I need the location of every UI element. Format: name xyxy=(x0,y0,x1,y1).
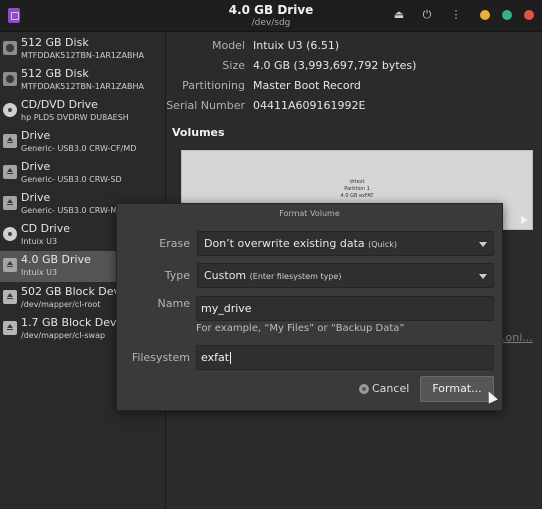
name-input[interactable]: my_drive xyxy=(196,296,494,321)
header-bar: 4.0 GB Drive /dev/sdg ⏏ ⏻ ⋮ xyxy=(0,0,542,32)
cancel-label: Cancel xyxy=(372,382,410,395)
device-name: Drive xyxy=(21,129,51,142)
device-name: 4.0 GB Drive xyxy=(21,253,91,266)
block-device-icon xyxy=(3,290,17,304)
optical-drive-icon xyxy=(3,103,17,117)
erase-label: Erase xyxy=(159,237,190,250)
erase-dropdown[interactable]: Don’t overwrite existing data (Quick) xyxy=(197,231,494,256)
disk-icon xyxy=(3,72,17,86)
erase-selected: Don’t overwrite existing data (Quick) xyxy=(204,237,398,250)
removable-drive-icon xyxy=(3,196,17,210)
model-label: Model xyxy=(211,39,245,52)
device-name: Drive xyxy=(21,160,51,173)
filesystem-input-value: exfat xyxy=(201,351,232,364)
power-icon[interactable]: ⏻ xyxy=(420,8,434,22)
block-device-icon xyxy=(3,321,17,335)
model-value: Intuix U3 (6.51) xyxy=(253,39,340,52)
device-name: CD Drive xyxy=(21,222,70,235)
text-cursor xyxy=(230,352,232,364)
device-desc: /dev/mapper/cl-swap xyxy=(21,331,106,340)
filesystem-label: Filesystem xyxy=(131,351,190,364)
name-input-value: my_drive xyxy=(201,302,252,315)
close-button[interactable] xyxy=(524,10,534,20)
serial-label: Serial Number xyxy=(166,99,245,112)
format-button[interactable]: Format... xyxy=(420,376,494,402)
volumes-heading: Volumes xyxy=(172,126,225,139)
device-item[interactable]: Drive Generic- USB3.0 CRW-CF/MD xyxy=(0,127,166,158)
size-value: 4.0 GB (3,993,697,792 bytes) xyxy=(253,59,417,72)
type-label: Type xyxy=(164,269,190,282)
partition-number: Partition 1 xyxy=(344,186,370,192)
serial-value: 04411A609161992E xyxy=(253,99,366,112)
play-arrow-icon[interactable] xyxy=(521,216,528,224)
optical-drive-icon xyxy=(3,227,17,241)
device-desc: Generic- USB3.0 CRW-CF/MD xyxy=(21,144,137,153)
filesystem-input[interactable]: exfat xyxy=(196,345,494,370)
device-desc: Intuix U3 xyxy=(21,237,58,246)
type-dropdown[interactable]: Custom (Enter filesystem type) xyxy=(197,263,494,288)
partition-name: drtest xyxy=(349,179,365,185)
device-desc: MTFDDAK512TBN-1AR1ZABHA xyxy=(21,51,144,60)
device-name: 512 GB Disk xyxy=(21,67,89,80)
removable-drive-icon xyxy=(3,258,17,272)
disk-icon xyxy=(3,41,17,55)
name-hint: For example, “My Files” or “Backup Data” xyxy=(196,323,405,334)
partition-desc: 4.0 GB exFAT xyxy=(340,193,374,199)
type-selected: Custom (Enter filesystem type) xyxy=(204,269,342,282)
removable-drive-icon xyxy=(3,134,17,148)
chevron-down-icon xyxy=(479,242,487,247)
format-volume-dialog: Format Volume Erase Don’t overwrite exis… xyxy=(116,203,503,411)
cancel-icon xyxy=(359,384,369,394)
device-desc: hp PLDS DVDRW DU8AESH xyxy=(21,113,129,122)
chevron-down-icon xyxy=(479,274,487,279)
removable-drive-icon xyxy=(3,165,17,179)
device-desc: Generic- USB3.0 CRW-MS xyxy=(21,206,123,215)
dialog-title: Format Volume xyxy=(279,209,340,218)
device-name: Drive xyxy=(21,191,51,204)
name-label: Name xyxy=(157,297,190,310)
eject-icon[interactable]: ⏏ xyxy=(392,8,406,22)
menu-icon[interactable]: ⋮ xyxy=(449,8,463,22)
partitioning-value: Master Boot Record xyxy=(253,79,361,92)
device-name: CD/DVD Drive xyxy=(21,98,98,111)
maximize-button[interactable] xyxy=(502,10,512,20)
device-desc: Generic- USB3.0 CRW-SD xyxy=(21,175,122,184)
device-desc: MTFDDAK512TBN-1AR1ZABHA xyxy=(21,82,144,91)
device-desc: /dev/mapper/cl-root xyxy=(21,300,101,309)
size-label: Size xyxy=(222,59,245,72)
cancel-button[interactable]: Cancel xyxy=(355,379,413,401)
device-name: 512 GB Disk xyxy=(21,36,89,49)
partitioning-label: Partitioning xyxy=(182,79,245,92)
device-item[interactable]: Drive Generic- USB3.0 CRW-SD xyxy=(0,158,166,189)
device-desc: Intuix U3 xyxy=(21,268,58,277)
minimize-button[interactable] xyxy=(480,10,490,20)
